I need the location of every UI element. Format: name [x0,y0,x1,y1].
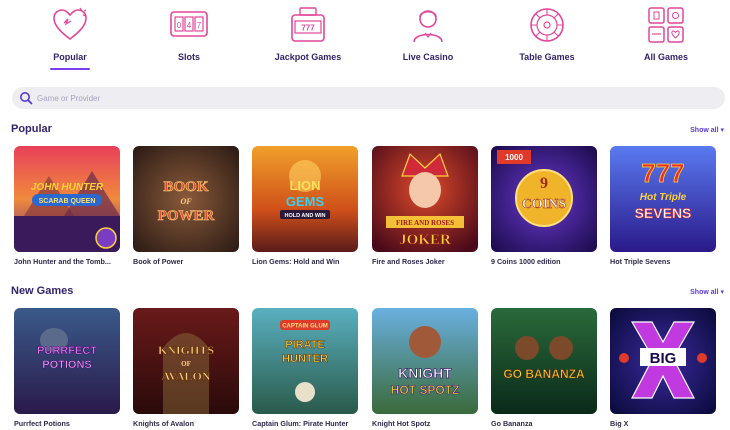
section-title: New Games [11,285,74,297]
game-tile-purrfect-potions[interactable]: PURRFECT POTIONS Purrfect Potions [14,308,120,428]
svg-text:HUNTER: HUNTER [282,353,328,365]
game-title: John Hunter and the Tomb... [14,257,111,266]
game-thumbnail: JOHN HUNTER SCARAB QUEEN [14,146,120,252]
category-label: Popular [53,52,87,62]
category-jackpot-games[interactable]: 777 Jackpot Games [253,0,363,76]
show-all-new-games-link[interactable]: Show all ▾ [690,288,724,296]
game-title: Knights of Avalon [133,419,194,428]
grid-games-icon [648,7,684,43]
svg-text:777: 777 [641,158,684,188]
show-all-popular-link[interactable]: Show all ▾ [690,126,724,134]
game-art-subtitle: CAPTAIN GLUM [282,324,328,330]
game-art-word: POWER [158,208,215,224]
category-all-games[interactable]: All Games [611,0,721,76]
chevron-down-icon: ▾ [720,289,724,296]
svg-text:0: 0 [177,21,182,30]
game-thumbnail: 777 Hot Triple SEVENS [610,146,716,252]
game-title: Go Bananza [491,419,533,428]
game-title: Fire and Roses Joker [372,257,445,266]
game-tile-john-hunter[interactable]: JOHN HUNTER SCARAB QUEEN John Hunter and… [14,146,120,266]
category-label: Slots [177,52,200,62]
search-icon [20,92,33,105]
game-art-title: JOHN HUNTER [31,182,104,193]
svg-text:Hot Triple: Hot Triple [640,192,687,203]
svg-text:KNIGHTS: KNIGHTS [158,343,214,357]
game-art-subtitle: HOLD AND WIN [284,213,325,219]
category-slots[interactable]: 0 4 7 Slots [134,0,244,76]
game-title: Lion Gems: Hold and Win [252,257,340,266]
svg-text:BIG: BIG [650,350,677,367]
svg-text:PURRFECT: PURRFECT [37,345,97,357]
category-label: Table Games [519,52,575,62]
game-art-subtitle: SCARAB QUEEN [39,198,96,205]
svg-text:9: 9 [540,175,548,192]
game-tile-captain-glum[interactable]: CAPTAIN GLUM PIRATE HUNTER Captain Glum:… [252,308,358,428]
game-thumbnail: 1000 9 COINS [491,146,597,252]
game-thumbnail: CAPTAIN GLUM PIRATE HUNTER [252,308,358,414]
svg-text:HOT SPOTZ: HOT SPOTZ [391,383,460,397]
category-table-games[interactable]: Table Games [492,0,602,76]
game-thumbnail: KNIGHT HOT SPOTZ [372,308,478,414]
svg-text:PIRATE: PIRATE [285,339,325,351]
category-nav: Popular 0 4 7 Slots 777 Jackpot Games Li… [0,0,730,80]
search-input[interactable] [37,90,697,106]
category-label: All Games [643,52,689,62]
svg-text:7: 7 [197,21,202,30]
live-dealer-icon [413,10,443,43]
category-label: Live Casino [402,52,454,62]
game-tile-lion-gems[interactable]: LION GEMS HOLD AND WIN Lion Gems: Hold a… [252,146,358,266]
show-all-label: Show all [690,127,719,134]
slot-reels-icon: 0 4 7 [170,11,208,37]
game-title: Hot Triple Sevens [610,257,671,266]
svg-text:LION: LION [289,178,320,193]
game-thumbnail: PURRFECT POTIONS [14,308,120,414]
active-tab-indicator [50,68,90,70]
jackpot-machine-icon: 777 [291,7,325,42]
section-title: Popular [11,123,52,135]
game-art-word: OF [180,197,192,206]
game-thumbnail: LION GEMS HOLD AND WIN [252,146,358,252]
svg-text:KNIGHT: KNIGHT [398,365,452,381]
svg-text:4: 4 [187,21,192,30]
game-tile-9-coins[interactable]: 1000 9 COINS 9 Coins 1000 edition [491,146,597,266]
category-live-casino[interactable]: Live Casino [373,0,483,76]
category-label: Jackpot Games [274,52,342,62]
game-thumbnail: GO BANANZA [491,308,597,414]
category-popular[interactable]: Popular [15,0,125,76]
svg-text:COINS: COINS [522,197,567,212]
game-title: Big X [610,419,629,428]
svg-text:777: 777 [301,24,315,33]
roulette-icon [530,8,564,42]
game-tile-book-of-power[interactable]: BOOK OF POWER Book of Power [133,146,239,266]
game-tile-fire-and-roses-joker[interactable]: FIRE AND ROSES JOKER Fire and Roses Joke… [372,146,478,266]
game-tile-hot-triple-sevens[interactable]: 777 Hot Triple SEVENS Hot Triple Sevens [610,146,716,266]
search-bar[interactable] [12,87,725,109]
svg-text:SEVENS: SEVENS [635,205,692,221]
svg-text:AVALON: AVALON [162,369,211,383]
game-art-title: BOOK [163,179,208,195]
svg-text:OF: OF [181,360,191,368]
game-title: Purrfect Potions [14,419,70,428]
game-title: Knight Hot Spotz [372,419,431,428]
game-thumbnail: FIRE AND ROSES JOKER [372,146,478,252]
game-tile-knights-of-avalon[interactable]: KNIGHTS OF AVALON Knights of Avalon [133,308,239,428]
game-title: 9 Coins 1000 edition [491,257,561,266]
game-title: Captain Glum: Pirate Hunter [252,419,349,428]
svg-text:POTIONS: POTIONS [42,359,92,371]
game-thumbnail: KNIGHTS OF AVALON [133,308,239,414]
game-tile-knight-hot-spotz[interactable]: KNIGHT HOT SPOTZ Knight Hot Spotz [372,308,478,428]
game-tile-big-x[interactable]: BIG Big X [610,308,716,428]
svg-text:1000: 1000 [505,153,523,162]
show-all-label: Show all [690,289,719,296]
svg-text:FIRE AND ROSES: FIRE AND ROSES [396,219,454,227]
game-tile-go-bananza[interactable]: GO BANANZA Go Bananza [491,308,597,428]
svg-text:GO BANANZA: GO BANANZA [503,367,585,381]
game-thumbnail: BOOK OF POWER [133,146,239,252]
chevron-down-icon: ▾ [720,127,724,134]
game-thumbnail: BIG [610,308,716,414]
heart-icon [53,7,87,41]
svg-text:JOKER: JOKER [399,232,451,248]
game-title: Book of Power [133,257,184,266]
svg-text:GEMS: GEMS [286,194,325,209]
